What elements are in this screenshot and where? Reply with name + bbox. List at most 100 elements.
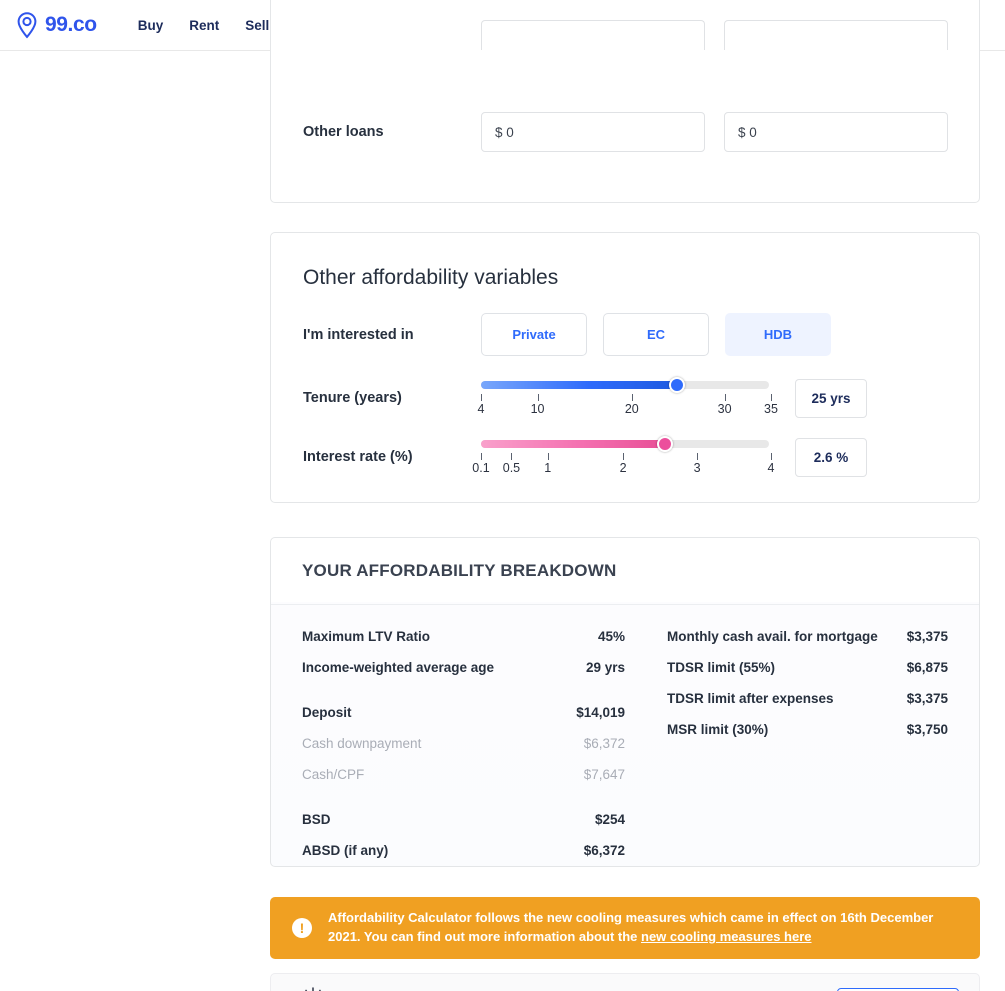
tick-mark [697,453,699,460]
breakdown-row-value: $3,750 [906,722,948,737]
home-loan-promo-bar: $ Secure a lower interest rate on your h… [270,973,980,991]
tick-label: 4 [767,461,775,475]
nav-link-buy[interactable]: Buy [125,18,177,33]
tick-mark [547,453,549,460]
cooling-measures-banner: ! Affordability Calculator follows the n… [270,897,980,959]
breakdown-row-label: TDSR limit (55%) [667,660,776,675]
tick-mark [623,453,625,460]
other-loans-row: Other loans $ 0 $ 0 [271,112,979,152]
other-loans-label: Other loans [303,124,384,140]
banner-message: Affordability Calculator follows the new… [328,910,934,944]
breakdown-row-label: Monthly cash avail. for mortgage [667,629,878,644]
breakdown-row-label: Maximum LTV Ratio [302,629,431,644]
interest-rate-label: Interest rate (%) [303,449,413,465]
breakdown-row-value: $14,019 [576,705,625,720]
logo-text: 99.co [45,13,97,36]
breakdown-row: Maximum LTV Ratio 45% [302,629,625,644]
tick-mark [481,394,482,401]
breakdown-row: BSD $254 [302,812,625,827]
breakdown-group-gap [302,691,625,705]
breakdown-row: Cash/CPF $7,647 [302,767,625,782]
tick-mark [481,453,482,460]
segment-button-private[interactable]: Private [481,313,587,356]
breakdown-row: Deposit $14,019 [302,705,625,720]
tick-label: 20 [624,402,639,416]
breakdown-row-label: Deposit [302,705,352,720]
interest-rate-slider-fill [481,440,666,448]
breakdown-row-value: $3,375 [906,691,948,706]
breakdown-row: TDSR limit after expenses $3,375 [667,691,948,706]
tick-label: 3 [693,461,701,475]
breakdown-body: Maximum LTV Ratio 45% Income-weighted aver… [271,605,979,874]
breakdown-row-label: Cash downpayment [302,736,422,751]
location-pin-icon [14,11,40,39]
breakdown-row-value: $254 [594,812,625,827]
breakdown-row-value: $3,375 [906,629,948,644]
breakdown-row: MSR limit (30%) $3,750 [667,722,948,737]
breakdown-row-label: ABSD (if any) [302,843,389,858]
tick-mark [631,394,633,401]
tenure-slider-fill [481,381,677,389]
nav-link-rent[interactable]: Rent [176,18,232,33]
tenure-slider-thumb[interactable] [668,377,685,393]
interest-rate-slider-thumb[interactable] [657,436,674,452]
tick-label: 0.1 [472,461,490,475]
other-loans-input-2[interactable]: $ 0 [724,112,948,152]
segment-button-ec[interactable]: EC [603,313,709,356]
tick-label: 1 [544,461,552,475]
hand-coin-icon: $ [291,983,335,991]
tenure-slider[interactable]: 4 10 20 30 35 [477,376,778,420]
tick-mark [537,394,539,401]
tenure-row: Tenure (years) 4 10 20 30 35 25 yrs [271,376,979,420]
breakdown-row-label: BSD [302,812,331,827]
breakdown-left-column: Maximum LTV Ratio 45% Income-weighted aver… [302,629,625,874]
tenure-value-box[interactable]: 25 yrs [795,378,867,418]
loans-card: Other loans $ 0 $ 0 [270,0,980,203]
tenure-slider-track[interactable] [481,377,769,393]
interested-in-row: I'm interested in Private EC HDB [271,313,979,356]
segment-button-hdb[interactable]: HDB [725,313,831,356]
tenure-label: Tenure (years) [303,390,402,406]
affordability-variables-card: Other affordability variables I'm intere… [270,232,980,503]
breakdown-row-label: MSR limit (30%) [667,722,769,737]
tick-label: 30 [717,402,732,416]
breakdown-row: ABSD (if any) $6,372 [302,843,625,858]
breakdown-title: YOUR AFFORDABILITY BREAKDOWN [271,538,979,605]
tick-label: 10 [530,402,545,416]
previous-row-input-1[interactable] [481,20,705,50]
breakdown-row-value: $6,372 [583,843,625,858]
interest-rate-value-box[interactable]: 2.6 % [795,437,867,477]
breakdown-right-column: Monthly cash avail. for mortgage $3,375 TD… [625,629,948,874]
breakdown-row-value: $6,875 [906,660,948,675]
site-logo[interactable]: 99.co [14,11,97,39]
breakdown-row: Income-weighted average age 29 yrs [302,660,625,675]
cooling-measures-link[interactable]: new cooling measures here [641,929,812,944]
breakdown-row-value: $7,647 [583,767,625,782]
tick-mark [724,394,726,401]
banner-text: Affordability Calculator follows the new… [328,909,958,947]
breakdown-row-value: 45% [597,629,625,644]
tick-mark [771,394,772,401]
tick-label: 0.5 [502,461,521,475]
breakdown-row-label: TDSR limit after expenses [667,691,834,706]
interest-rate-slider-track[interactable] [481,436,769,452]
interest-rate-slider[interactable]: 0.1 0.5 1 2 3 4 [472,435,774,479]
affordability-breakdown-card: YOUR AFFORDABILITY BREAKDOWN Maximum LTV… [270,537,980,867]
breakdown-row: TDSR limit (55%) $6,875 [667,660,948,675]
breakdown-row-value: $6,372 [583,736,625,751]
tick-mark [511,453,513,460]
breakdown-row-label: Cash/CPF [302,767,365,782]
breakdown-row-value: 29 yrs [585,660,625,675]
interest-rate-row: Interest rate (%) 0.1 0.5 1 2 3 4 2.6 % [271,435,979,479]
breakdown-row: Monthly cash avail. for mortgage $3,375 [667,629,948,644]
tick-label: 4 [477,402,485,416]
tick-label: 35 [764,402,778,416]
affordability-variables-title: Other affordability variables [303,266,559,289]
previous-row-input-2[interactable] [724,20,948,50]
other-loans-input-1[interactable]: $ 0 [481,112,705,152]
tick-label: 2 [619,461,627,475]
tick-mark [771,453,772,460]
breakdown-group-gap [302,798,625,812]
breakdown-row-label: Income-weighted average age [302,660,495,675]
interested-in-label: I'm interested in [303,326,414,343]
